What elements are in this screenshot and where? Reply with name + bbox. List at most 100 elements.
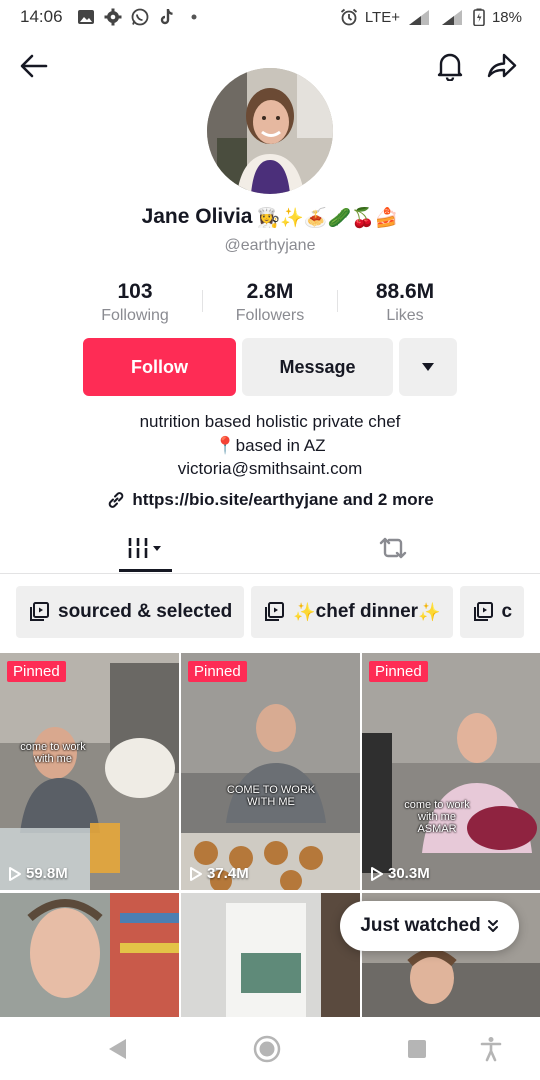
view-count-value: 59.8M bbox=[26, 865, 68, 882]
battery-icon bbox=[473, 8, 485, 26]
stat-label: Following bbox=[101, 307, 169, 324]
playlist-label: c bbox=[501, 601, 513, 622]
share-icon bbox=[487, 53, 517, 78]
tab-videos[interactable] bbox=[95, 522, 195, 573]
alarm-icon bbox=[340, 8, 357, 26]
tiktok-icon bbox=[160, 9, 173, 25]
profile-name: Jane Olivia bbox=[141, 205, 253, 228]
follow-button[interactable]: Follow bbox=[83, 338, 236, 396]
playlist-label: chef dinner bbox=[315, 601, 419, 622]
nav-accessibility-button[interactable] bbox=[477, 1035, 505, 1063]
system-indicators: LTE+ 18% bbox=[340, 8, 522, 26]
profile-tabs bbox=[0, 522, 540, 574]
nav-back-icon bbox=[109, 1039, 126, 1059]
video-thumbnail[interactable]: COME TO WORK WITH ME Pinned 37.4M bbox=[181, 653, 360, 890]
status-bar: 14:06 LTE+ 18% bbox=[0, 0, 540, 34]
notification-icons bbox=[77, 8, 203, 26]
message-button[interactable]: Message bbox=[242, 338, 393, 396]
accessibility-icon bbox=[480, 1037, 502, 1062]
profile-bio: nutrition based holistic private chef 📍b… bbox=[0, 410, 540, 481]
system-nav-bar bbox=[0, 1017, 540, 1080]
tab-reposts[interactable] bbox=[343, 522, 443, 573]
double-chevron-down-icon bbox=[487, 920, 498, 932]
profile-name-row: Jane Olivia 👩‍🍳✨🍝🥒🍒🍰 bbox=[0, 205, 540, 229]
link-icon bbox=[109, 492, 124, 508]
nav-back-button[interactable] bbox=[103, 1035, 131, 1063]
bell-icon bbox=[437, 53, 463, 81]
profile-actions: Follow Message bbox=[83, 338, 457, 396]
back-button[interactable] bbox=[16, 48, 52, 84]
battery-label: 18% bbox=[491, 8, 522, 26]
video-caption-overlay: COME TO WORK WITH ME bbox=[226, 784, 316, 808]
video-thumbnail[interactable]: come to work with me ASMAR Pinned 30.3M bbox=[362, 653, 540, 890]
video-thumbnail[interactable]: come to work with me Pinned 59.8M bbox=[0, 653, 179, 890]
playlist-chip[interactable]: c bbox=[459, 586, 525, 638]
stat-divider bbox=[202, 290, 203, 312]
profile-handle: @earthyjane bbox=[224, 237, 316, 254]
just-watched-label: Just watched bbox=[360, 915, 481, 936]
tab-active-indicator bbox=[119, 569, 172, 572]
playlist-icon bbox=[473, 602, 493, 621]
playlist-label: sourced & selected bbox=[58, 601, 233, 622]
stat-value: 2.8M bbox=[246, 280, 294, 303]
arrow-left-icon bbox=[20, 54, 48, 78]
view-count: 59.8M bbox=[8, 865, 68, 882]
stat-followers[interactable]: 2.8M Followers bbox=[205, 280, 335, 325]
playlist-chips: sourced & selected ✨ chef dinner ✨ c bbox=[16, 586, 525, 638]
pinned-badge: Pinned bbox=[7, 661, 66, 682]
view-count-value: 37.4M bbox=[207, 865, 249, 882]
view-count: 37.4M bbox=[189, 865, 249, 882]
signal-icon bbox=[408, 10, 429, 25]
profile-avatar bbox=[207, 68, 333, 194]
video-thumbnail-image bbox=[362, 653, 540, 890]
whatsapp-icon bbox=[131, 8, 148, 26]
sparkle-icon: ✨ bbox=[293, 601, 316, 623]
bio-line: victoria@smithsaint.com bbox=[177, 459, 363, 478]
signal-icon-2 bbox=[441, 10, 462, 25]
stat-value: 103 bbox=[117, 280, 153, 303]
status-time: 14:06 bbox=[20, 7, 63, 26]
view-count: 30.3M bbox=[370, 865, 430, 882]
video-caption-overlay: come to work with me ASMAR bbox=[404, 799, 470, 835]
gallery-icon bbox=[77, 10, 94, 24]
suggested-accounts-button[interactable] bbox=[399, 338, 457, 396]
video-caption-overlay: come to work with me bbox=[20, 741, 86, 765]
repost-icon bbox=[379, 537, 407, 558]
play-icon bbox=[190, 866, 202, 881]
video-grid: come to work with me Pinned 59.8M COME T… bbox=[0, 653, 540, 1017]
profile-stats: 103 Following 2.8M Followers 88.6M Likes bbox=[70, 280, 470, 325]
view-count-value: 30.3M bbox=[388, 865, 430, 882]
caret-down-icon bbox=[422, 363, 434, 371]
nav-home-icon bbox=[253, 1035, 281, 1063]
notifications-button[interactable] bbox=[432, 48, 468, 84]
playlist-chip[interactable]: sourced & selected bbox=[16, 586, 245, 638]
pinned-badge: Pinned bbox=[369, 661, 428, 682]
just-watched-button[interactable]: Just watched bbox=[340, 901, 519, 951]
bio-line: nutrition based holistic private chef bbox=[139, 412, 401, 431]
nav-home-button[interactable] bbox=[253, 1035, 281, 1063]
stat-following[interactable]: 103 Following bbox=[70, 280, 200, 325]
video-thumbnail-image bbox=[0, 653, 179, 890]
stat-value: 88.6M bbox=[375, 280, 435, 303]
stat-likes[interactable]: 88.6M Likes bbox=[340, 280, 470, 325]
play-icon bbox=[371, 866, 383, 881]
bio-link-text: https://bio.site/earthyjane and 2 more bbox=[132, 490, 434, 509]
stat-divider bbox=[337, 290, 338, 312]
stat-label: Followers bbox=[235, 307, 305, 324]
video-thumbnail-image bbox=[0, 893, 179, 1017]
playlist-icon bbox=[30, 602, 49, 621]
video-thumbnail[interactable] bbox=[181, 893, 360, 1017]
video-thumbnail-image bbox=[181, 893, 360, 1017]
stat-label: Likes bbox=[386, 307, 424, 324]
dot-icon bbox=[191, 14, 197, 20]
pinned-badge: Pinned bbox=[188, 661, 247, 682]
playlist-chip[interactable]: ✨ chef dinner ✨ bbox=[251, 586, 453, 638]
bio-link[interactable]: https://bio.site/earthyjane and 2 more bbox=[0, 490, 540, 510]
playlist-icon bbox=[265, 602, 285, 621]
video-thumbnail[interactable] bbox=[0, 893, 179, 1017]
share-button[interactable] bbox=[484, 48, 520, 84]
nav-recents-button[interactable] bbox=[403, 1035, 431, 1063]
play-icon bbox=[9, 866, 21, 881]
bio-line: 📍based in AZ bbox=[214, 435, 326, 455]
videos-grid-icon bbox=[127, 537, 161, 558]
